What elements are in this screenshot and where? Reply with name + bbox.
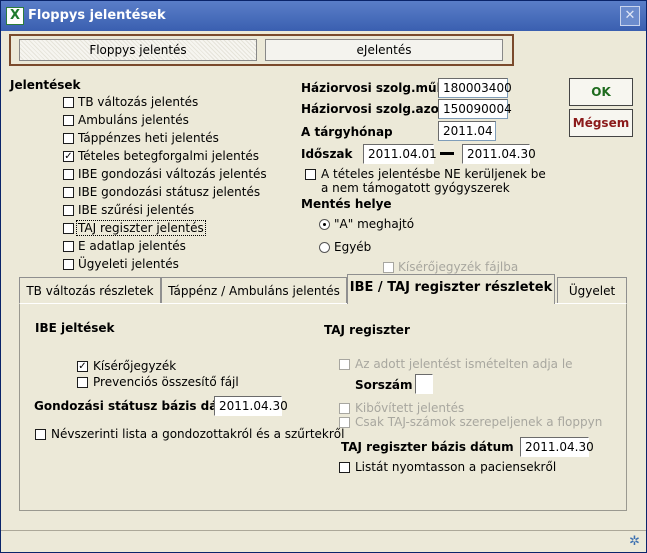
gear-icon[interactable]: ✲	[629, 534, 640, 549]
szolg-azon-input[interactable]: 150090004	[438, 99, 512, 119]
prevencios-checkbox[interactable]	[77, 377, 88, 388]
report-label: Ambuláns jelentés	[78, 113, 189, 127]
cancel-button[interactable]: Mégsem	[569, 109, 633, 137]
report-checkbox-ibe-gond-statusz[interactable]	[63, 187, 74, 198]
report-label: IBE szűrési jelentés	[78, 203, 195, 217]
mentes-helye-label: Mentés helye	[301, 197, 392, 211]
ne-kerul-line2: a nem támogatott gyógyszerek	[321, 181, 510, 195]
ne-kerul-checkbox[interactable]	[305, 169, 316, 180]
csak-taj-checkbox[interactable]	[339, 417, 350, 428]
report-checkbox-tappenzes[interactable]	[63, 133, 74, 144]
gond-bazis-label: Gondozási státusz bázis dátum	[34, 399, 245, 413]
drive-a-radio[interactable]	[319, 219, 330, 230]
kiserojegyzek-checkbox[interactable]: ✓	[77, 361, 88, 372]
ismetelten-label: Az adott jelentést ismételten adja le	[355, 357, 573, 371]
taj-bazis-label: TAJ regiszter bázis dátum	[341, 440, 514, 454]
kiserojegyzek-fajlba-label: Kísérőjegyzék fájlba	[398, 260, 519, 274]
nevszerinti-checkbox[interactable]	[35, 429, 46, 440]
window-title: Floppys jelentések	[28, 8, 166, 23]
szolg-muk-input[interactable]: 180003400	[438, 78, 512, 98]
ejelentes-tab[interactable]: eJelentés	[265, 39, 503, 61]
targyhonap-label: A tárgyhónap	[301, 125, 393, 139]
taj-heading: TAJ regiszter	[324, 323, 410, 337]
listat-checkbox[interactable]	[339, 462, 350, 473]
tab-ugyelet[interactable]: Ügyelet	[557, 277, 627, 303]
report-label: E adatlap jelentés	[78, 239, 186, 253]
report-checkbox-ibe-gond-valtozas[interactable]	[63, 169, 74, 180]
floppys-dialog: X Floppys jelentések ✕ Floppys jelentés …	[0, 0, 647, 553]
ismetelten-checkbox[interactable]	[339, 359, 350, 370]
report-checkbox-tb-valtozas[interactable]	[63, 97, 74, 108]
listat-label: Listát nyomtasson a paciensekről	[355, 460, 557, 474]
sorszam-label: Sorszám	[355, 378, 413, 392]
report-label: Táppénzes heti jelentés	[78, 131, 219, 145]
tab-ibe-taj[interactable]: IBE / TAJ regiszter részletek	[347, 274, 555, 304]
date-range-dash	[440, 152, 454, 155]
gond-bazis-input[interactable]: 2011.04.30	[214, 396, 288, 416]
idoszak-to-input[interactable]: 2011.04.30	[462, 144, 536, 164]
title-bar: X Floppys jelentések ✕	[1, 1, 646, 31]
report-checkbox-ibe-szuresi[interactable]	[63, 205, 74, 216]
kibovitett-checkbox[interactable]	[339, 403, 350, 414]
status-bar: ✲	[1, 530, 646, 552]
tab-tb-valtozas[interactable]: TB változás részletek	[19, 277, 161, 303]
szolg-muk-label: Háziorvosi szolg.műk.	[301, 81, 450, 95]
other-label: Egyéb	[334, 240, 372, 254]
taj-bazis-input[interactable]: 2011.04.30	[520, 437, 594, 457]
nevszerinti-label: Névszerinti lista a gondozottakról és a …	[51, 427, 345, 441]
report-checkbox-teteles[interactable]: ✓	[63, 151, 74, 162]
report-type-switch: Floppys jelentés eJelentés	[9, 34, 514, 66]
prevencios-label: Prevenciós összesítő fájl	[93, 375, 239, 389]
sorszam-input[interactable]	[415, 374, 433, 394]
kiserojegyzek-fajlba-checkbox[interactable]	[383, 262, 394, 273]
report-label: IBE gondozási változás jelentés	[78, 167, 267, 181]
targyhonap-input[interactable]: 2011.04	[438, 121, 496, 141]
szolg-azon-label: Háziorvosi szolg.azon.	[301, 102, 452, 116]
report-checkbox-taj-regiszter[interactable]	[63, 223, 74, 234]
idoszak-from-input[interactable]: 2011.04.01	[363, 144, 437, 164]
kiserojegyzek-label: Kísérőjegyzék	[93, 359, 177, 373]
report-label: TB változás jelentés	[78, 95, 199, 109]
report-label: IBE gondozási státusz jelentés	[78, 185, 261, 199]
other-radio[interactable]	[319, 242, 330, 253]
report-checkbox-e-adatlap[interactable]	[63, 241, 74, 252]
drive-a-label: "A" meghajtó	[334, 217, 415, 231]
report-checkbox-ugyeleti[interactable]	[63, 259, 74, 270]
report-label: Ügyeleti jelentés	[78, 257, 179, 271]
report-checkbox-ambulans[interactable]	[63, 115, 74, 126]
ibe-heading: IBE jeltések	[35, 321, 115, 335]
ok-button[interactable]: OK	[569, 78, 633, 106]
close-button[interactable]: ✕	[620, 6, 640, 26]
csak-taj-label: Csak TAJ-számok szerepeljenek a floppyn	[355, 415, 603, 429]
report-label: Tételes betegforgalmi jelentés	[78, 149, 260, 163]
tab-tappenz-ambulans[interactable]: Táppénz / Ambuláns jelentés	[161, 277, 347, 303]
idoszak-label: Időszak	[301, 147, 353, 161]
ne-kerul-line1: A tételes jelentésbe NE kerüljenek be	[321, 167, 546, 181]
kibovitett-label: Kibővített jelentés	[355, 401, 465, 415]
report-label: TAJ regiszter jelentés	[76, 220, 206, 236]
app-icon: X	[6, 7, 24, 25]
reports-heading: Jelentések	[10, 78, 81, 92]
floppys-jelentes-tab[interactable]: Floppys jelentés	[19, 39, 257, 61]
